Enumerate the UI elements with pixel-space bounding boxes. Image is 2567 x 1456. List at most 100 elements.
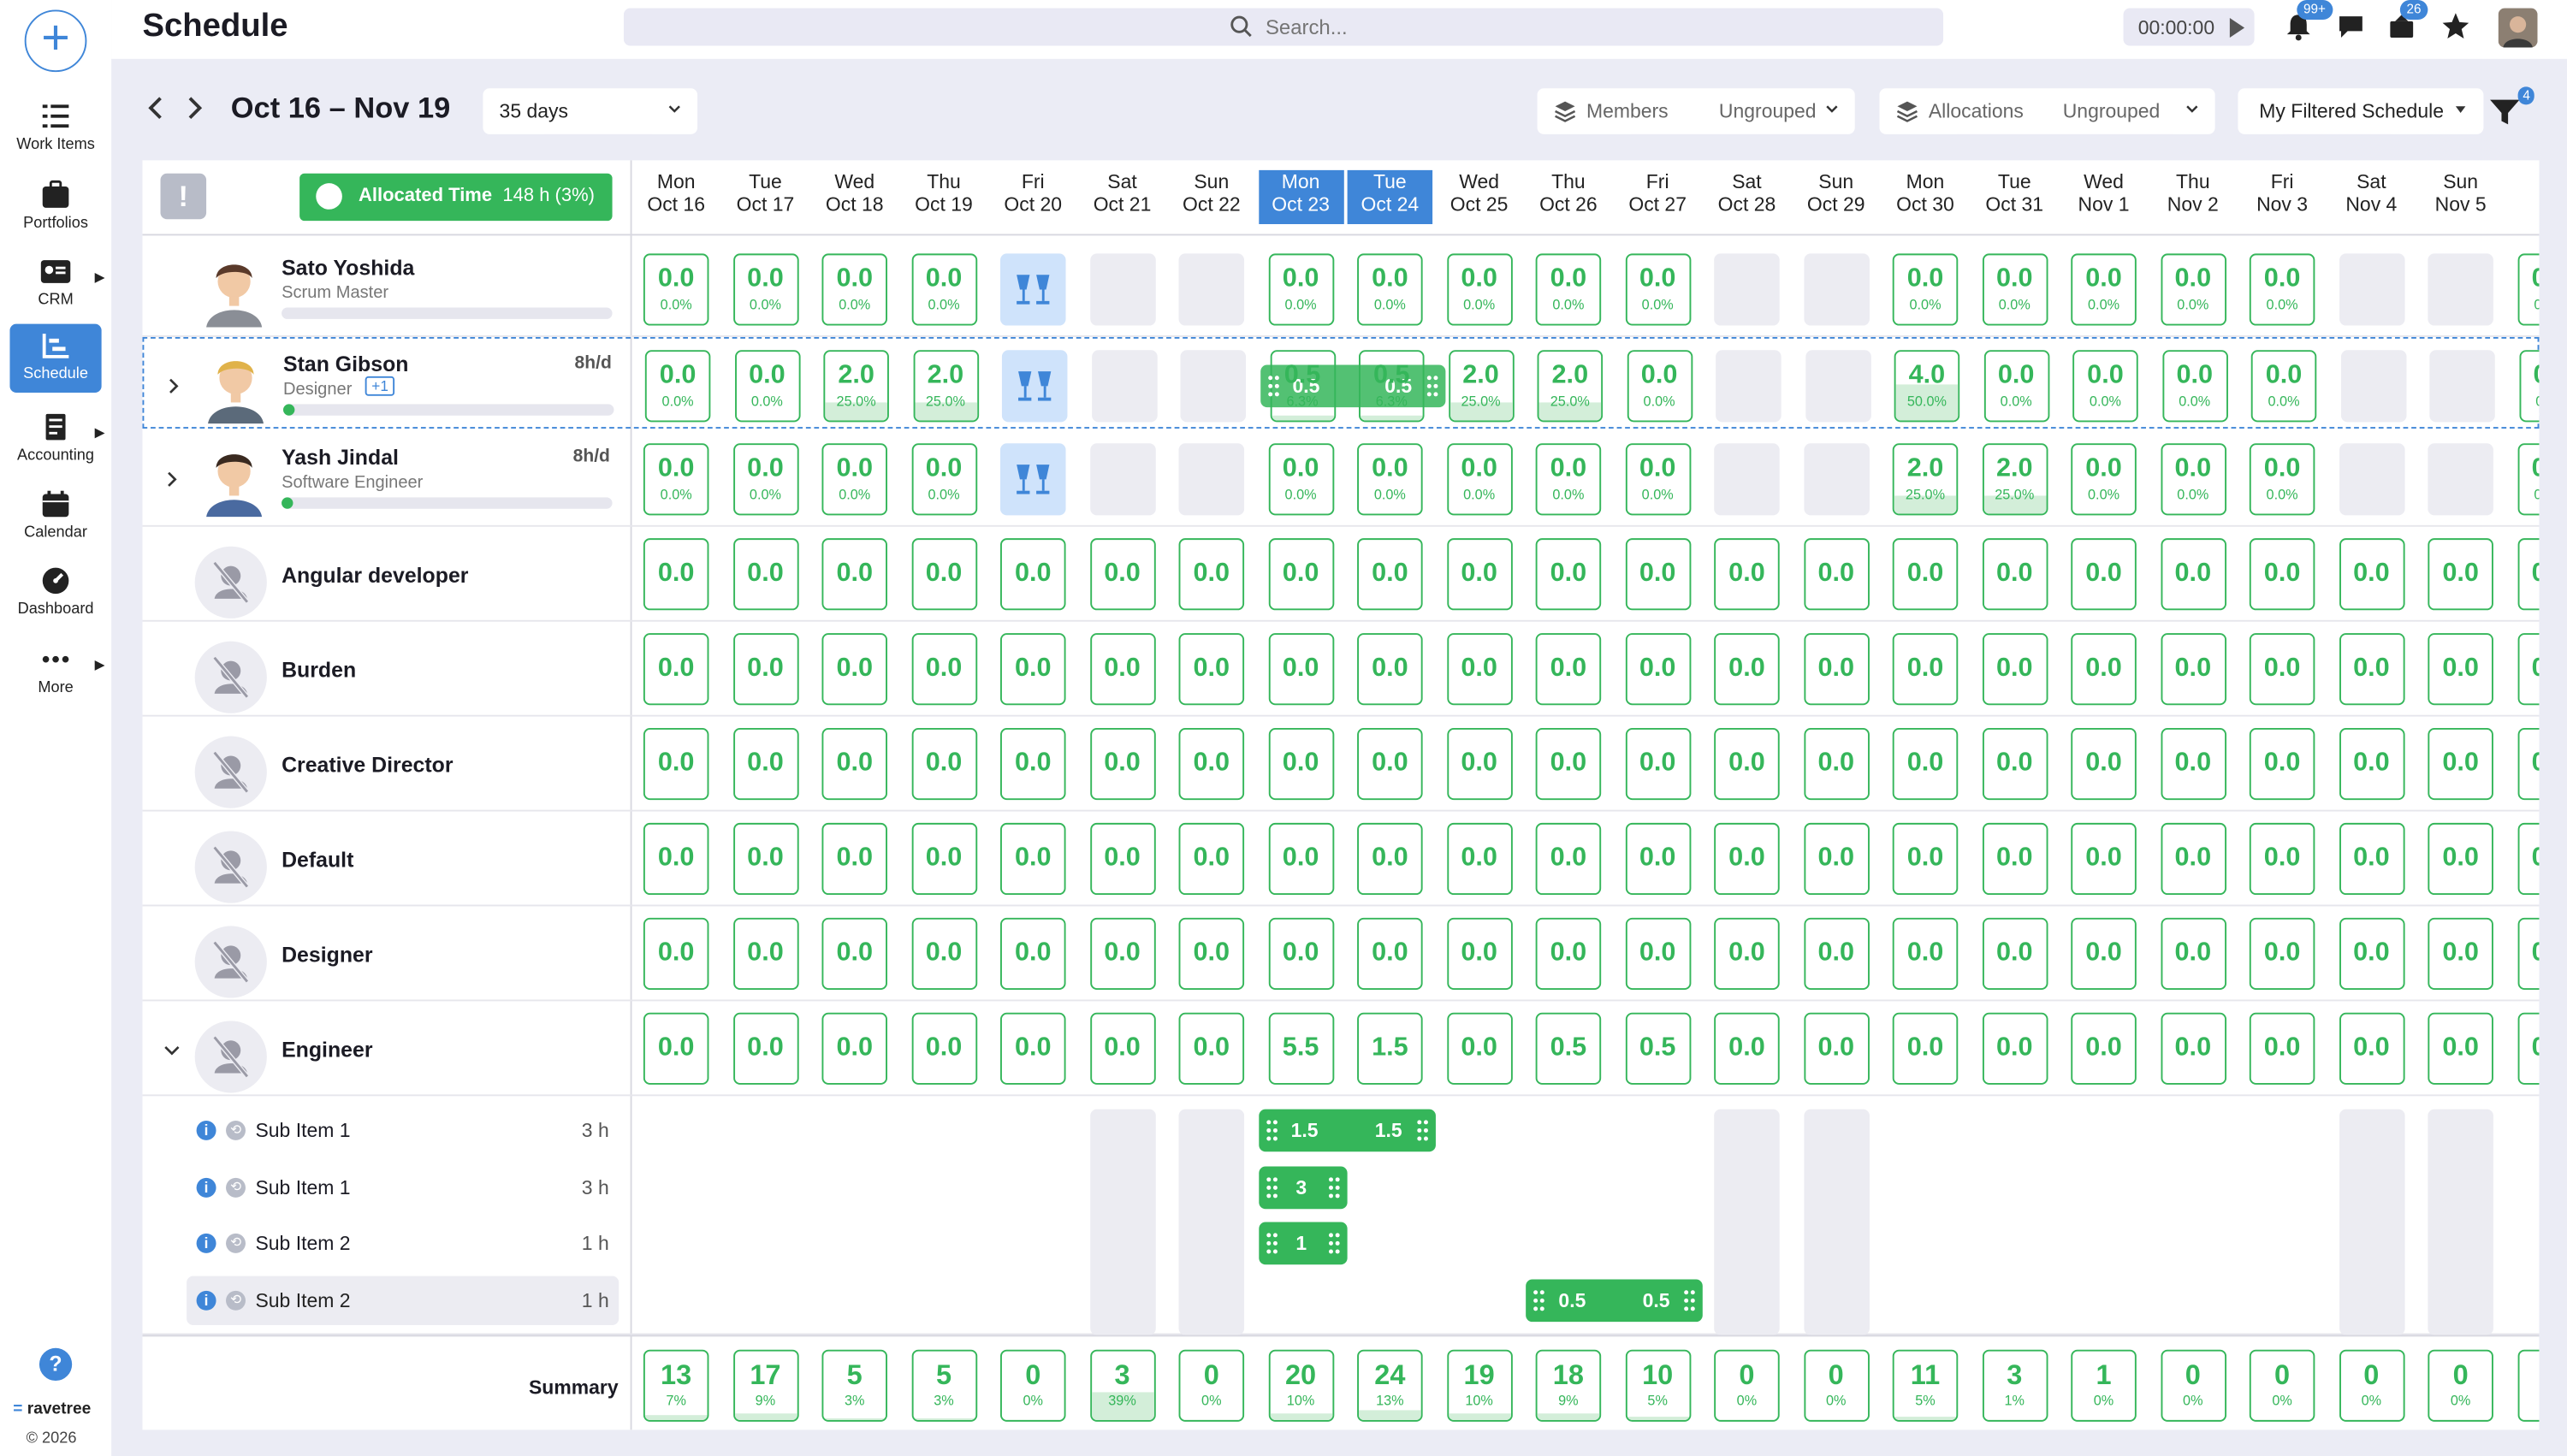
role-allocation-cell[interactable]: 0.5 (1535, 1012, 1602, 1085)
link-icon[interactable]: ⟲ (226, 1120, 246, 1140)
role-allocation-cell[interactable]: 0.0 (2160, 917, 2226, 990)
role-allocation-cell[interactable]: 0.0 (643, 1012, 709, 1085)
drag-handle-icon[interactable] (1683, 1288, 1696, 1311)
allocation-cell[interactable]: 0.00.0% (1357, 253, 1423, 326)
role-allocation-cell[interactable]: 0.0 (1624, 728, 1691, 801)
play-icon[interactable] (2229, 18, 2245, 38)
role-allocation-cell[interactable]: 0.0 (2339, 728, 2404, 801)
prev-period-icon[interactable] (144, 92, 167, 124)
allocation-cell[interactable]: 0.00.0% (732, 253, 798, 326)
allocation-cell[interactable]: 2.0 25.0% (1982, 443, 2048, 516)
drag-handle-icon[interactable] (1327, 1232, 1340, 1255)
info-icon[interactable]: i (196, 1233, 216, 1253)
allocation-cell[interactable]: 4.0 50.0% (1894, 350, 1960, 423)
role-allocation-cell[interactable]: 0.0 (2160, 822, 2226, 896)
drag-handle-icon[interactable] (1425, 375, 1438, 398)
day-header[interactable]: Tue Oct 24 (1347, 169, 1433, 224)
day-header[interactable]: Mon Oct 16 (633, 170, 718, 224)
role-allocation-cell[interactable]: 0.0 (1624, 822, 1691, 896)
role-allocation-cell[interactable]: 0.0 (1803, 917, 1869, 990)
role-allocation-cell[interactable]: 0.0 (821, 1012, 887, 1085)
members-grouping-select[interactable]: Members Ungrouped (1537, 88, 1855, 134)
role-allocation-cell[interactable]: 0.0 (1178, 538, 1245, 611)
info-icon[interactable]: i (196, 1289, 216, 1310)
role-allocation-cell[interactable]: 0.0 (2428, 728, 2493, 801)
role-allocation-cell[interactable]: 0.0 (2339, 917, 2404, 990)
allocation-cell[interactable]: 0.00.0% (732, 443, 798, 516)
role-allocation-cell[interactable]: 0.0 (1357, 822, 1423, 896)
role-row[interactable]: Burden 0.0 0.0 0.0 0.0 0.0 0.0 0.0 0.0 0.0 0.0 0.0 0… (142, 622, 2540, 717)
role-allocation-cell[interactable]: 0.0 (1714, 822, 1780, 896)
allocation-cell[interactable]: 2.0 25.0% (912, 350, 979, 423)
sub-item-row[interactable]: i ⟲ Sub Item 1 3 h (187, 1163, 619, 1211)
role-allocation-cell[interactable]: 0.0 (1267, 538, 1334, 611)
day-header[interactable]: Tue Oct 17 (723, 170, 808, 224)
role-allocation-cell[interactable]: 0.0 (1803, 633, 1869, 706)
allocation-cell[interactable]: 0.00.0% (2071, 443, 2137, 516)
allocation-cell[interactable]: 0.00.0% (2518, 350, 2540, 423)
role-allocation-cell[interactable]: 0.0 (1089, 728, 1155, 801)
allocation-cell[interactable]: 0.00.0% (1892, 253, 1959, 326)
allocation-cell[interactable]: 0.00.0% (2161, 350, 2227, 423)
drag-handle-icon[interactable] (1415, 1119, 1428, 1142)
role-allocation-cell[interactable]: 0.0 (1000, 822, 1066, 896)
role-row[interactable]: Engineer 0.0 0.0 0.0 0.0 0.0 0.0 0.0 5.5 1.5 0.0 0.… (142, 1001, 2540, 1097)
allocation-cell[interactable]: 2.0 25.0% (1892, 443, 1959, 516)
role-allocation-cell[interactable]: 0.0 (821, 538, 887, 611)
chat-button[interactable] (2336, 11, 2365, 40)
search-box[interactable] (623, 8, 1944, 46)
nav-crm[interactable]: CRM ▶ (9, 251, 104, 319)
role-allocation-cell[interactable]: 0.0 (2517, 917, 2540, 990)
nav-calendar[interactable]: Calendar (9, 482, 101, 551)
help-icon[interactable]: ? (39, 1347, 73, 1382)
role-allocation-cell[interactable]: 0.0 (1982, 917, 2048, 990)
allocation-cell[interactable]: 0.00.0% (1624, 443, 1691, 516)
nav-portfolios[interactable]: Portfolios (9, 174, 101, 242)
day-header[interactable]: Sat Nov 4 (2329, 170, 2414, 224)
role-allocation-cell[interactable]: 0.0 (2428, 633, 2493, 706)
role-allocation-cell[interactable]: 0.0 (1446, 917, 1512, 990)
role-allocation-cell[interactable]: 0.0 (643, 822, 709, 896)
role-allocation-cell[interactable]: 0.0 (643, 917, 709, 990)
member-row[interactable]: Sato Yoshida Scrum Master 0.0 0.0% 0.0 0.0% 0.… (142, 242, 2540, 337)
day-header[interactable]: Wed Oct 18 (812, 170, 897, 224)
allocation-cell[interactable]: 0.00.0% (644, 350, 711, 423)
allocation-cell[interactable]: 0.00.0% (2249, 443, 2315, 516)
add-button[interactable]: + (24, 9, 87, 73)
role-allocation-cell[interactable]: 0.0 (2428, 917, 2493, 990)
day-header[interactable]: Sun Nov 5 (2418, 170, 2503, 224)
role-row[interactable]: Default 0.0 0.0 0.0 0.0 0.0 0.0 0.0 0.0 0.0 0.0 0.0… (142, 812, 2540, 907)
role-allocation-cell[interactable]: 0.0 (2160, 633, 2226, 706)
role-allocation-cell[interactable]: 0.0 (1803, 1012, 1869, 1085)
allocation-cell[interactable]: 0.00.0% (910, 443, 977, 516)
role-allocation-cell[interactable]: 0.0 (1178, 1012, 1245, 1085)
allocation-cell[interactable]: 0.00.0% (1267, 253, 1334, 326)
allocation-cell[interactable]: 0.00.0% (2250, 350, 2317, 423)
sub-item-row[interactable]: i ⟲ Sub Item 2 1 h (187, 1219, 619, 1268)
role-row[interactable]: Creative Director 0.0 0.0 0.0 0.0 0.0 0.0 0.0 0.… (142, 717, 2540, 812)
role-allocation-cell[interactable]: 0.0 (1714, 1012, 1780, 1085)
allocations-grouping-select[interactable]: Allocations Ungrouped (1879, 88, 2215, 134)
link-icon[interactable]: ⟲ (226, 1233, 246, 1253)
allocation-bar[interactable]: 1.5 1.5 (1258, 1109, 1435, 1152)
role-allocation-cell[interactable]: 0.0 (2160, 1012, 2226, 1085)
allocation-cell[interactable]: 0.00.0% (821, 443, 887, 516)
role-allocation-cell[interactable]: 0.0 (1178, 633, 1245, 706)
drag-handle-icon[interactable] (1327, 1175, 1340, 1199)
allocation-cell[interactable]: 0.00.0% (643, 443, 709, 516)
role-allocation-cell[interactable]: 0.0 (1446, 822, 1512, 896)
role-allocation-cell[interactable]: 0.0 (1089, 538, 1155, 611)
role-allocation-cell[interactable]: 0.0 (2249, 1012, 2315, 1085)
chevron-right-icon[interactable] (162, 468, 181, 488)
role-allocation-cell[interactable]: 0.0 (1535, 728, 1602, 801)
role-row[interactable]: Designer 0.0 0.0 0.0 0.0 0.0 0.0 0.0 0.0 0.0 0.0 0.… (142, 906, 2540, 1002)
role-allocation-cell[interactable]: 0.0 (1089, 917, 1155, 990)
role-allocation-cell[interactable]: 1.5 (1357, 1012, 1423, 1085)
role-allocation-cell[interactable]: 0.0 (1089, 822, 1155, 896)
role-allocation-cell[interactable]: 0.0 (2071, 1012, 2137, 1085)
allocation-cell[interactable]: 0.00.0% (1624, 253, 1691, 326)
role-allocation-cell[interactable]: 0.0 (1000, 538, 1066, 611)
role-allocation-cell[interactable]: 0.0 (821, 917, 887, 990)
role-allocation-cell[interactable]: 0.0 (1892, 633, 1959, 706)
role-allocation-cell[interactable]: 0.0 (1714, 728, 1780, 801)
